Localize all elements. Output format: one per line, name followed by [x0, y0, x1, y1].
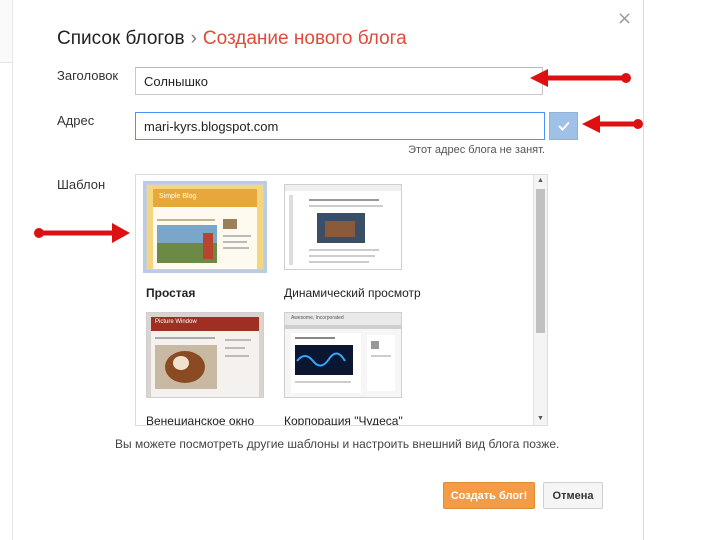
- template-option-awesome-inc[interactable]: Awesome, Incorporated Корпорация "Чудеса…: [284, 312, 403, 426]
- picture-window-preview: [147, 313, 263, 397]
- scroll-up-icon[interactable]: ▲: [534, 175, 547, 187]
- check-address-button[interactable]: [549, 112, 578, 140]
- thumbnail-title: Simple Blog: [159, 193, 197, 200]
- thumbnail-title: Awesome, Incorporated: [291, 315, 344, 321]
- cancel-button[interactable]: Отмена: [543, 482, 603, 509]
- template-name: Корпорация "Чудеса": [284, 414, 403, 426]
- create-blog-button[interactable]: Создать блог!: [443, 482, 535, 509]
- template-option-dynamic[interactable]: Динамический просмотр: [284, 184, 421, 300]
- thumbnail-title: Picture Window: [155, 319, 197, 325]
- template-thumbnail: Awesome, Incorporated: [284, 312, 402, 398]
- template-picker: Simple Blog Простая Динамический просмот…: [135, 174, 548, 426]
- template-option-simple[interactable]: Simple Blog Простая: [143, 181, 267, 300]
- template-label: Шаблон: [57, 177, 106, 192]
- template-thumbnail: Simple Blog: [143, 181, 267, 273]
- address-input[interactable]: [135, 112, 545, 140]
- scroll-down-icon[interactable]: ▼: [534, 413, 547, 425]
- template-thumbnail: Picture Window: [146, 312, 264, 398]
- template-option-picture-window[interactable]: Picture Window Венецианское окно: [146, 312, 264, 426]
- arrow-annotation: [582, 115, 643, 133]
- template-name: Венецианское окно: [146, 414, 255, 426]
- address-status: Этот адрес блога не занят.: [408, 144, 545, 156]
- template-name: Простая: [146, 286, 196, 300]
- breadcrumb: Список блогов › Создание нового блога: [57, 28, 407, 50]
- awesome-inc-preview: [285, 313, 401, 397]
- arrow-annotation: [530, 69, 631, 87]
- title-label: Заголовок: [57, 68, 119, 83]
- breadcrumb-separator: ›: [190, 28, 197, 49]
- template-scrollbar[interactable]: ▲ ▼: [533, 175, 547, 425]
- arrow-annotation: [34, 223, 130, 243]
- checkmark-icon: [557, 121, 570, 131]
- scrollbar-thumb[interactable]: [536, 189, 545, 333]
- address-label: Адрес: [57, 113, 95, 128]
- title-input[interactable]: [135, 67, 543, 95]
- template-thumbnail: [284, 184, 402, 270]
- breadcrumb-blog-list[interactable]: Список блогов: [57, 28, 185, 49]
- breadcrumb-current: Создание нового блога: [202, 28, 407, 49]
- dynamic-view-preview: [285, 185, 401, 269]
- close-icon[interactable]: ×: [617, 10, 632, 28]
- template-hint: Вы можете посмотреть другие шаблоны и на…: [115, 437, 560, 451]
- template-name: Динамический просмотр: [284, 286, 421, 300]
